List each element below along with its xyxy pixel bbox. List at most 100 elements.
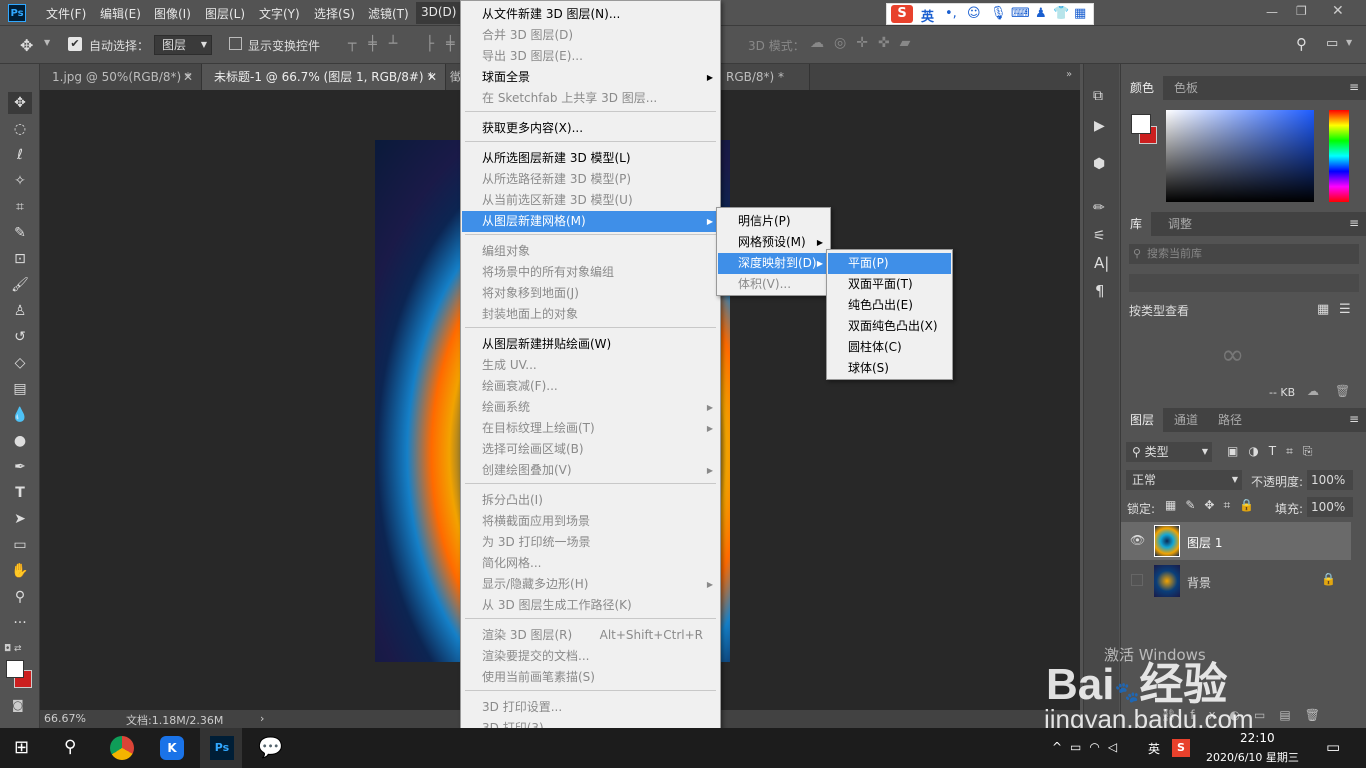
tab-paths[interactable]: 路径 [1209, 408, 1251, 432]
character-icon[interactable]: A| [1094, 254, 1109, 272]
list-view-icon[interactable]: ☰ [1339, 302, 1351, 317]
fg-color-swatch[interactable] [1131, 114, 1151, 134]
menu-3d-item[interactable]: 为 3D 打印统一场景 [462, 532, 719, 553]
library-select[interactable] [1129, 274, 1359, 292]
magic-wand-icon[interactable]: ✧ [8, 170, 32, 192]
menu-3d-item[interactable]: 从所选图层新建 3D 模型(L) [462, 148, 719, 169]
gradient-tool-icon[interactable]: ▤ [8, 378, 32, 400]
windows-start-icon[interactable]: ⊞ [14, 737, 29, 758]
skin-icon[interactable]: 👕 [1053, 6, 1069, 21]
play-icon[interactable]: ▶ [1094, 118, 1105, 134]
search-icon[interactable]: ⚲ [1296, 35, 1307, 53]
eraser-tool-icon[interactable]: ◇ [8, 352, 32, 374]
3d-mode-icons[interactable]: ☁◎✛✜▰ [810, 35, 920, 51]
pen-tool-icon[interactable]: ✒ [8, 456, 32, 478]
ime-lang[interactable]: 英 [921, 6, 934, 25]
show-transform-checkbox[interactable] [229, 37, 242, 50]
depth-submenu-item[interactable]: 平面(P) [828, 253, 951, 274]
menu-3d-item[interactable]: 使用当前画笔素描(S) [462, 667, 719, 688]
cloud-icon[interactable]: ☁ [1307, 384, 1319, 398]
paragraph-icon[interactable]: ¶ [1095, 282, 1105, 300]
depth-submenu-item[interactable]: 双面纯色凸出(X) [828, 316, 951, 337]
wechat-icon[interactable]: 💬 [258, 735, 283, 759]
brush-settings-icon[interactable]: ✏ [1093, 200, 1105, 216]
grid-view-icon[interactable]: ▦ [1317, 302, 1329, 317]
menu-3d-item[interactable]: 将场景中的所有对象编组 [462, 262, 719, 283]
menu-3d-item[interactable]: 球面全景 ▶ [462, 67, 719, 88]
menu-3d-item[interactable]: 合并 3D 图层(D) [462, 25, 719, 46]
blur-tool-icon[interactable]: 💧 [8, 404, 32, 426]
menu-3d-item[interactable]: 从 3D 图层生成工作路径(K) [462, 595, 719, 616]
library-view-label[interactable]: 按类型查看 [1129, 302, 1189, 319]
menu-3d-item[interactable]: 在目标纹理上绘画(T) ▶ [462, 418, 719, 439]
eye-icon[interactable]: 👁 [1130, 533, 1145, 547]
stamp-tool-icon[interactable]: ♙ [8, 300, 32, 322]
menu-3d-item[interactable]: 绘画系统 ▶ [462, 397, 719, 418]
trash-icon[interactable]: 🗑 [1335, 384, 1350, 398]
menu-3d-item[interactable]: 将对象移到地面(J) [462, 283, 719, 304]
menu-3d-item[interactable]: 生成 UV... [462, 355, 719, 376]
mesh-submenu-item[interactable]: 明信片(P) [718, 211, 829, 232]
hue-slider[interactable] [1329, 110, 1349, 202]
emoji-icon[interactable]: ☺ [967, 6, 981, 21]
menu-3d-item[interactable]: 显示/隐藏多边形(H) ▶ [462, 574, 719, 595]
menu-3d-item[interactable]: 封装地面上的对象 [462, 304, 719, 325]
menu-3d-item[interactable]: 编组对象 [462, 241, 719, 262]
menu-3d-item[interactable]: 导出 3D 图层(E)... [462, 46, 719, 67]
quick-mask-icon[interactable]: ◙ [12, 698, 24, 712]
workspace-icon[interactable]: ▭ [1326, 36, 1338, 51]
tray-icons[interactable]: ^▭◠◁ [1052, 740, 1125, 754]
default-colors-icon[interactable]: ◘ ⇄ [4, 644, 22, 654]
move-tool-icon[interactable]: ✥ [8, 92, 32, 114]
auto-select-checkbox[interactable]: ✔ [68, 37, 82, 51]
menu-edit[interactable]: 编辑(E) [100, 5, 141, 22]
menu-3d-item[interactable]: 从图层新建拼贴绘画(W) [462, 334, 719, 355]
healing-brush-icon[interactable]: ⊡ [8, 248, 32, 270]
hand-tool-icon[interactable]: ✋ [8, 560, 32, 582]
restore-icon[interactable]: ❐ [1296, 4, 1307, 18]
keyboard-icon[interactable]: ⌨ [1011, 6, 1030, 21]
menu-3d-item[interactable]: 简化网格... [462, 553, 719, 574]
brush-tool-icon[interactable]: 🖌 [8, 274, 32, 296]
panel-menu-icon[interactable]: ≡ [1349, 80, 1359, 94]
eyedropper-icon[interactable]: ✎ [8, 222, 32, 244]
menu-3d-item[interactable]: 3D 打印设置... [462, 697, 719, 718]
depth-submenu-item[interactable]: 圆柱体(C) [828, 337, 951, 358]
layer-filter-icons[interactable]: ▣◑T⌗⎘ [1227, 444, 1323, 459]
zoom-tool-icon[interactable]: ⚲ [8, 586, 32, 608]
depth-submenu-item[interactable]: 双面平面(T) [828, 274, 951, 295]
layer-row[interactable]: 背景 🔒 [1121, 562, 1351, 600]
menu-3d-item[interactable]: 选择可绘画区域(B) [462, 439, 719, 460]
mesh-submenu-item[interactable]: 深度映射到(D) ▶ [718, 253, 829, 274]
photoshop-icon[interactable]: Ps [210, 736, 234, 760]
color-field[interactable] [1166, 110, 1314, 202]
lasso-tool-icon[interactable]: ℓ [8, 144, 32, 166]
menu-3d[interactable]: 3D(D) [416, 2, 462, 24]
menu-filter[interactable]: 滤镜(T) [368, 5, 409, 22]
panel-menu-icon[interactable]: ≡ [1349, 412, 1359, 426]
lock-icons[interactable]: ▦✎✥⌗🔒 [1165, 498, 1263, 513]
depth-submenu-item[interactable]: 纯色凸出(E) [828, 295, 951, 316]
visibility-toggle[interactable] [1131, 574, 1143, 586]
sogou-icon[interactable]: S [891, 5, 913, 23]
type-tool-icon[interactable]: T [8, 482, 32, 504]
chevron-down-icon[interactable]: ▼ [1346, 38, 1352, 47]
minimize-icon[interactable]: — [1266, 5, 1278, 19]
tab-libraries[interactable]: 库 [1121, 212, 1152, 236]
crop-tool-icon[interactable]: ⌗ [8, 196, 32, 218]
layer-kind-filter[interactable]: ⚲ 类型 ▼ [1126, 442, 1212, 462]
menu-3d-item[interactable]: 从文件新建 3D 图层(N)... [462, 4, 719, 25]
adjust-icon[interactable]: ⚟ [1093, 228, 1106, 244]
opacity-input[interactable]: 100% [1307, 470, 1353, 490]
library-search-input[interactable]: ⚲ 搜索当前库 [1129, 244, 1359, 264]
layer-name[interactable]: 图层 1 [1187, 534, 1222, 551]
doc-tab[interactable]: RGB/8*) * [720, 64, 810, 90]
mesh-submenu-item[interactable]: 体积(V)... [718, 274, 829, 295]
tab-overflow-icon[interactable]: » [1066, 69, 1072, 80]
mesh-submenu-item[interactable]: 网格预设(M) ▶ [718, 232, 829, 253]
menu-3d-item[interactable]: 从所选路径新建 3D 模型(P) [462, 169, 719, 190]
chevron-down-icon[interactable]: ▼ [44, 38, 50, 47]
doc-tab[interactable]: 1.jpg @ 50%(RGB/8*) * ✕ [40, 64, 202, 90]
tab-layers[interactable]: 图层 [1121, 408, 1164, 432]
chevron-right-icon[interactable]: › [260, 712, 264, 725]
